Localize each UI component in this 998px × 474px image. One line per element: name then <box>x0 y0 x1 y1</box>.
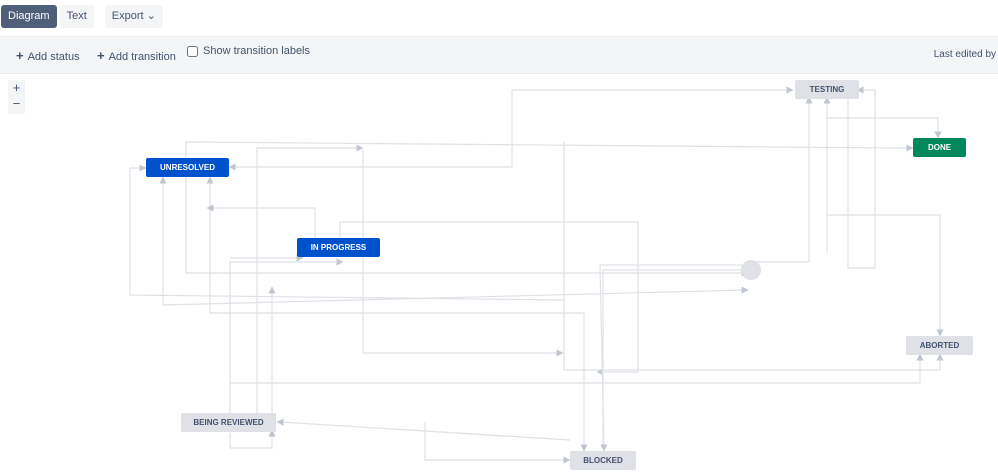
global-transition-node <box>741 260 761 280</box>
status-blocked[interactable]: BLOCKED <box>570 451 636 470</box>
zoom-out-button[interactable]: − <box>8 96 25 112</box>
status-testing[interactable]: TESTING <box>795 80 859 99</box>
zoom-in-button[interactable]: + <box>8 80 25 96</box>
status-aborted[interactable]: ABORTED <box>906 336 973 355</box>
status-unresolved[interactable]: UNRESOLVED <box>146 158 229 177</box>
zoom-controls: + − <box>8 80 25 114</box>
transition-line <box>511 86 794 167</box>
transition-lines <box>129 86 944 464</box>
status-in-progress[interactable]: IN PROGRESS <box>297 238 380 257</box>
status-done[interactable]: DONE <box>913 138 966 157</box>
status-being-reviewed[interactable]: BEING REVIEWED <box>181 413 276 432</box>
